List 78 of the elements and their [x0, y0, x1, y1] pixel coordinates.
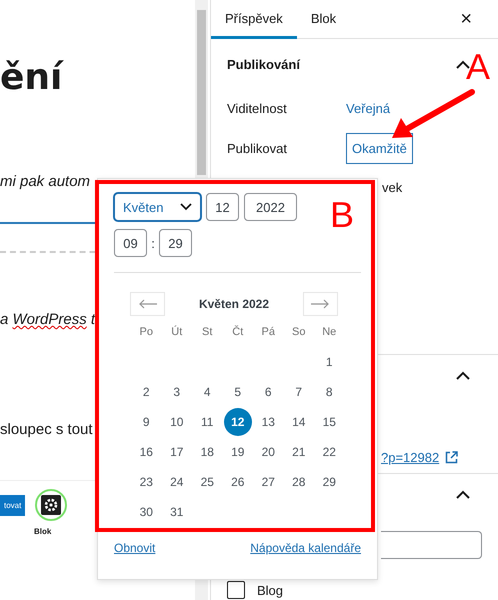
calendar-day[interactable]: 2	[132, 378, 160, 406]
calendar-day[interactable]: 6	[254, 378, 282, 406]
calendar-day[interactable]: 25	[193, 468, 222, 496]
year-input[interactable]: 2022	[244, 193, 297, 221]
visibility-link[interactable]: Veřejná	[346, 100, 390, 116]
chevron-icon[interactable]	[456, 490, 470, 499]
calendar-day[interactable]: 20	[254, 438, 282, 466]
calendar-day[interactable]: 3	[162, 378, 191, 406]
calendar-day[interactable]: 7	[284, 378, 313, 406]
gear-icon	[35, 489, 68, 521]
time-separator: :	[150, 236, 156, 250]
category-label: Blog	[257, 582, 284, 598]
calendar-day[interactable]: 16	[132, 438, 160, 466]
paragraph-text: a WordPress t	[0, 310, 96, 330]
reset-link[interactable]: Obnovit	[114, 541, 156, 555]
calendar-day[interactable]: 24	[162, 468, 191, 496]
calendar-day[interactable]: 21	[284, 438, 313, 466]
month-select[interactable]: Květen	[114, 193, 201, 221]
previous-month-button[interactable]	[130, 292, 165, 316]
panel-title: Publikování	[227, 56, 300, 72]
weekday-label: Pá	[260, 325, 276, 340]
calendar-day[interactable]: 27	[254, 468, 282, 496]
sidebar-tab[interactable]: Blok	[296, 0, 350, 39]
calendar-day[interactable]: 14	[284, 408, 313, 436]
annotation-letter: B	[330, 197, 354, 233]
paragraph-text: mi pak autom	[0, 172, 90, 192]
arrow-left-icon	[138, 299, 158, 309]
help-link[interactable]: Nápověda kalendáře	[250, 541, 361, 555]
setting-label: Viditelnost	[227, 100, 288, 116]
calendar-day[interactable]: 31	[162, 498, 191, 526]
calendar-day[interactable]: 29	[315, 468, 344, 496]
next-month-button[interactable]	[302, 292, 338, 316]
calendar-day[interactable]: 9	[132, 408, 160, 436]
calendar-day[interactable]: 10	[162, 408, 191, 436]
arrow-right-icon	[310, 299, 330, 309]
weekday-label: Čt	[231, 324, 244, 340]
publish-date-button[interactable]: Okamžitě	[346, 132, 413, 164]
chevron-down-icon	[180, 203, 192, 211]
setting-label: vek	[382, 179, 404, 197]
calendar-day[interactable]: 15	[315, 408, 344, 436]
day-input[interactable]: 12	[206, 193, 239, 221]
minute-input[interactable]: 29	[159, 229, 192, 257]
calendar-day[interactable]: 19	[224, 438, 252, 466]
calendar-day[interactable]: 17	[162, 438, 191, 466]
calendar-day[interactable]: 13	[254, 408, 282, 436]
calendar-day[interactable]: 26	[224, 468, 252, 496]
calendar-day[interactable]: 1	[315, 348, 344, 376]
weekday-label: St	[201, 325, 214, 340]
calendar-day[interactable]: 11	[193, 408, 222, 436]
calendar-day[interactable]: 22	[315, 438, 344, 466]
weekday-label: Ne	[321, 325, 338, 340]
calendar-day[interactable]: 4	[193, 378, 222, 406]
calendar-day[interactable]: 12	[224, 408, 252, 436]
calendar-day[interactable]: 5	[224, 378, 252, 406]
external-link-icon[interactable]	[445, 451, 458, 464]
checkbox[interactable]	[227, 581, 245, 599]
weekday-label: So	[291, 325, 306, 340]
search-field[interactable]	[381, 531, 482, 559]
weekday-label: Po	[138, 325, 154, 340]
publish-button[interactable]: tovat	[0, 494, 26, 516]
calendar-title: Květen 2022	[198, 297, 270, 311]
annotation-letter: A	[466, 49, 490, 85]
sidebar-tab[interactable]: Příspěvek	[211, 0, 297, 39]
calendar-day[interactable]: 30	[132, 498, 160, 526]
calendar-day[interactable]: 18	[193, 438, 222, 466]
calendar-day[interactable]: 28	[284, 468, 313, 496]
hour-input[interactable]: 09	[114, 229, 147, 257]
permalink-link[interactable]: ?p=12982	[381, 450, 440, 465]
setting-label: Publikovat	[227, 140, 288, 156]
tab-label: Blok	[34, 527, 52, 536]
paragraph-text: sloupec s tout	[0, 420, 93, 440]
scrollbar-thumb[interactable]	[197, 10, 206, 175]
calendar-day[interactable]: 23	[132, 468, 160, 496]
calendar-day[interactable]: 8	[315, 378, 344, 406]
close-button[interactable]: ×	[454, 8, 478, 30]
weekday-label: Út	[170, 324, 184, 340]
post-heading: ění	[0, 58, 65, 98]
chevron-icon[interactable]	[456, 371, 470, 380]
